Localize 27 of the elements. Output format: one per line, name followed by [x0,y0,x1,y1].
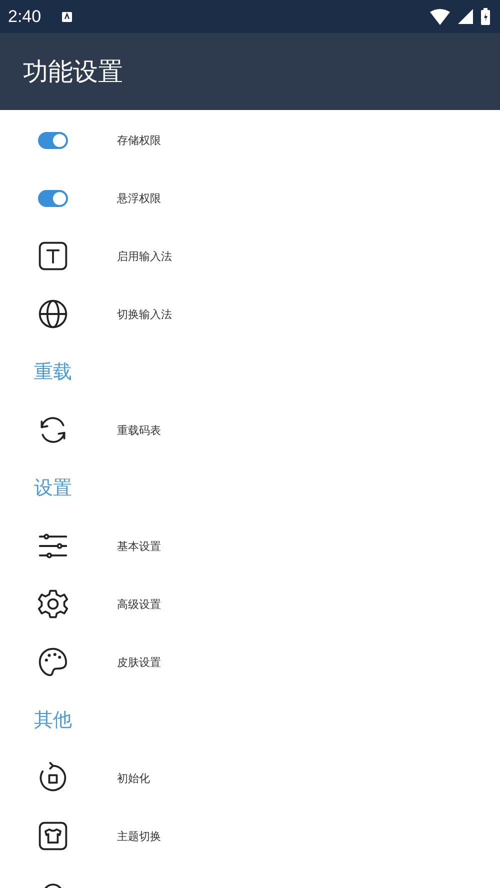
wifi-icon [430,8,450,24]
reset-icon [37,762,69,794]
screen-title: 功能设置 [23,56,123,88]
setting-label[interactable]: 主题切换 [117,828,161,844]
toggle-switch[interactable] [38,190,68,206]
keyboard-notification-icon [61,10,74,22]
battery-icon [481,8,490,25]
setting-label[interactable]: 存储权限 [117,132,161,148]
palette-icon [37,646,69,678]
setting-label[interactable]: 基本设置 [117,538,161,554]
setting-label[interactable]: 悬浮权限 [117,190,161,206]
signal-icon [458,9,473,24]
status-time: 2:40 [8,6,42,26]
setting-label[interactable]: 初始化 [117,770,150,786]
globe-icon [37,298,69,330]
setting-label[interactable]: 重载码表 [117,422,161,438]
text-box-icon [37,240,69,272]
setting-label[interactable]: 高级设置 [117,596,161,612]
toggle-switch[interactable] [38,132,68,148]
section-header: 重载 [34,360,72,385]
shirt-icon [37,820,69,852]
setting-label[interactable]: 启用输入法 [117,248,172,264]
setting-label[interactable]: 皮肤设置 [117,654,161,670]
setting-label[interactable]: 切换输入法 [117,306,172,322]
section-header: 其他 [34,708,72,733]
section-header: 设置 [34,476,72,501]
settings-icon [37,588,69,620]
